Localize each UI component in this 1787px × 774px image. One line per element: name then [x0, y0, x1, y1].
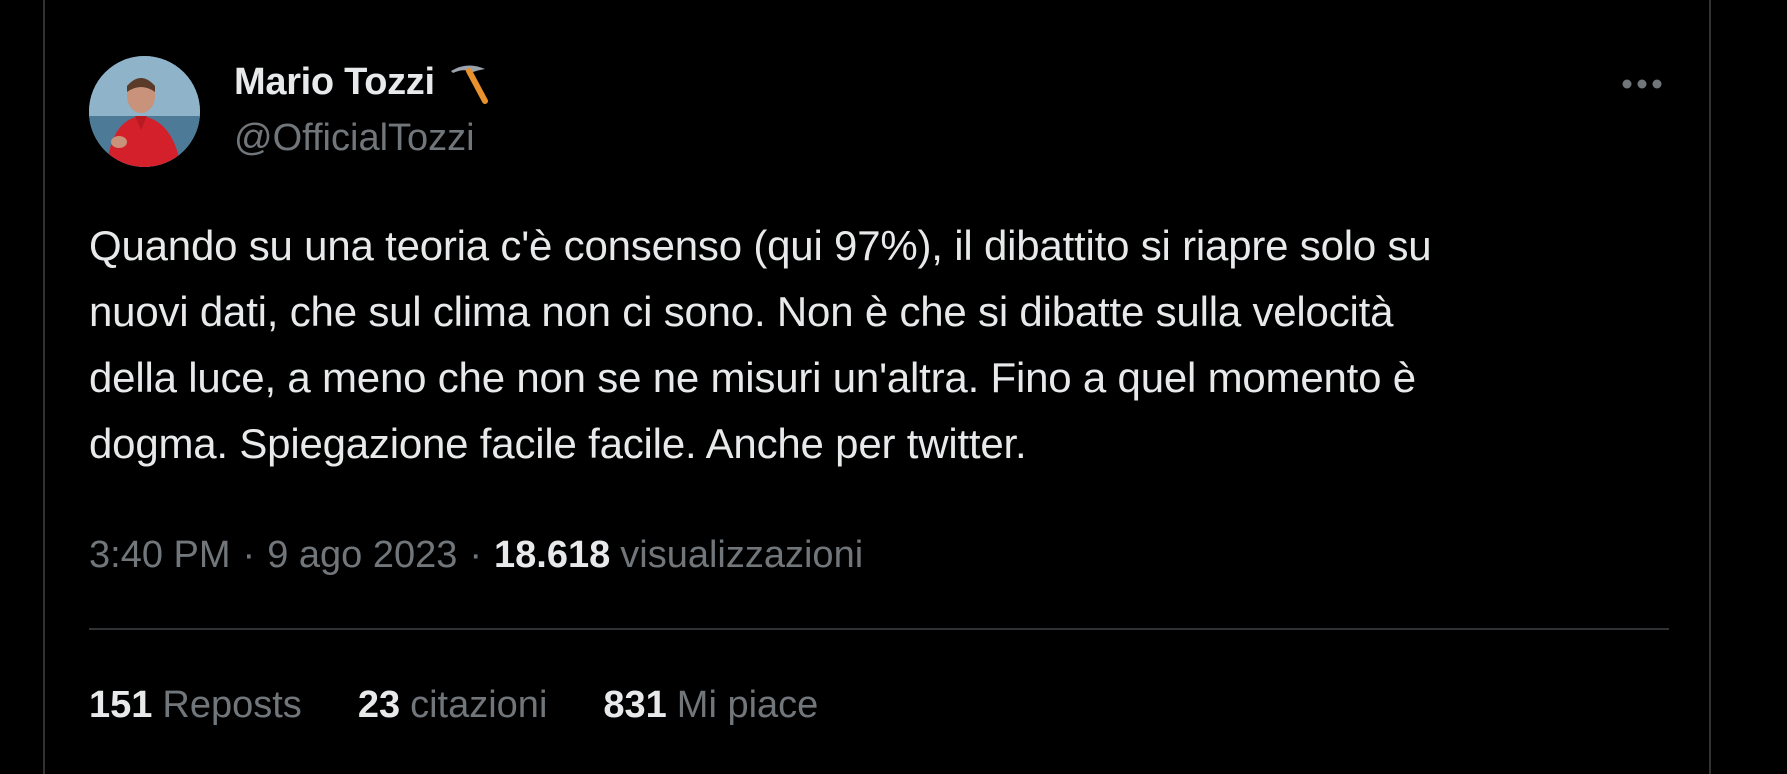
reposts-count: 151 — [89, 683, 153, 726]
author-display-name[interactable]: Mario Tozzi — [234, 61, 435, 104]
divider — [89, 628, 1669, 630]
author-handle[interactable]: @OfficialTozzi — [234, 113, 475, 163]
reposts-label: Reposts — [162, 683, 302, 726]
pickaxe-icon — [445, 59, 491, 105]
avatar[interactable] — [89, 56, 200, 167]
likes-label: Mi piace — [676, 683, 819, 726]
engagement-stats: 151 Reposts 23 citazioni 831 Mi piace — [89, 680, 874, 730]
author-name-row[interactable]: Mario Tozzi — [234, 56, 491, 108]
tweet-time[interactable]: 3:40 PM — [89, 534, 231, 577]
likes-stat[interactable]: 831 Mi piace — [603, 684, 818, 727]
meta-separator: · — [469, 533, 483, 576]
more-dots-icon — [1622, 79, 1662, 89]
meta-separator: · — [242, 533, 256, 576]
quotes-label: citazioni — [410, 683, 548, 726]
tweet-metadata: 3:40 PM · 9 ago 2023 · 18.618 visualizza… — [89, 530, 863, 580]
reposts-stat[interactable]: 151 Reposts — [89, 684, 302, 727]
views-label[interactable]: visualizzazioni — [620, 534, 863, 577]
tweet-text: Quando su una teoria c'è consenso (qui 9… — [89, 222, 1432, 467]
more-options-button[interactable] — [1614, 64, 1670, 104]
views-count[interactable]: 18.618 — [494, 534, 610, 577]
likes-count: 831 — [603, 683, 667, 726]
quotes-stat[interactable]: 23 citazioni — [358, 684, 548, 727]
quotes-count: 23 — [357, 683, 401, 726]
tweet-date[interactable]: 9 ago 2023 — [267, 534, 457, 577]
